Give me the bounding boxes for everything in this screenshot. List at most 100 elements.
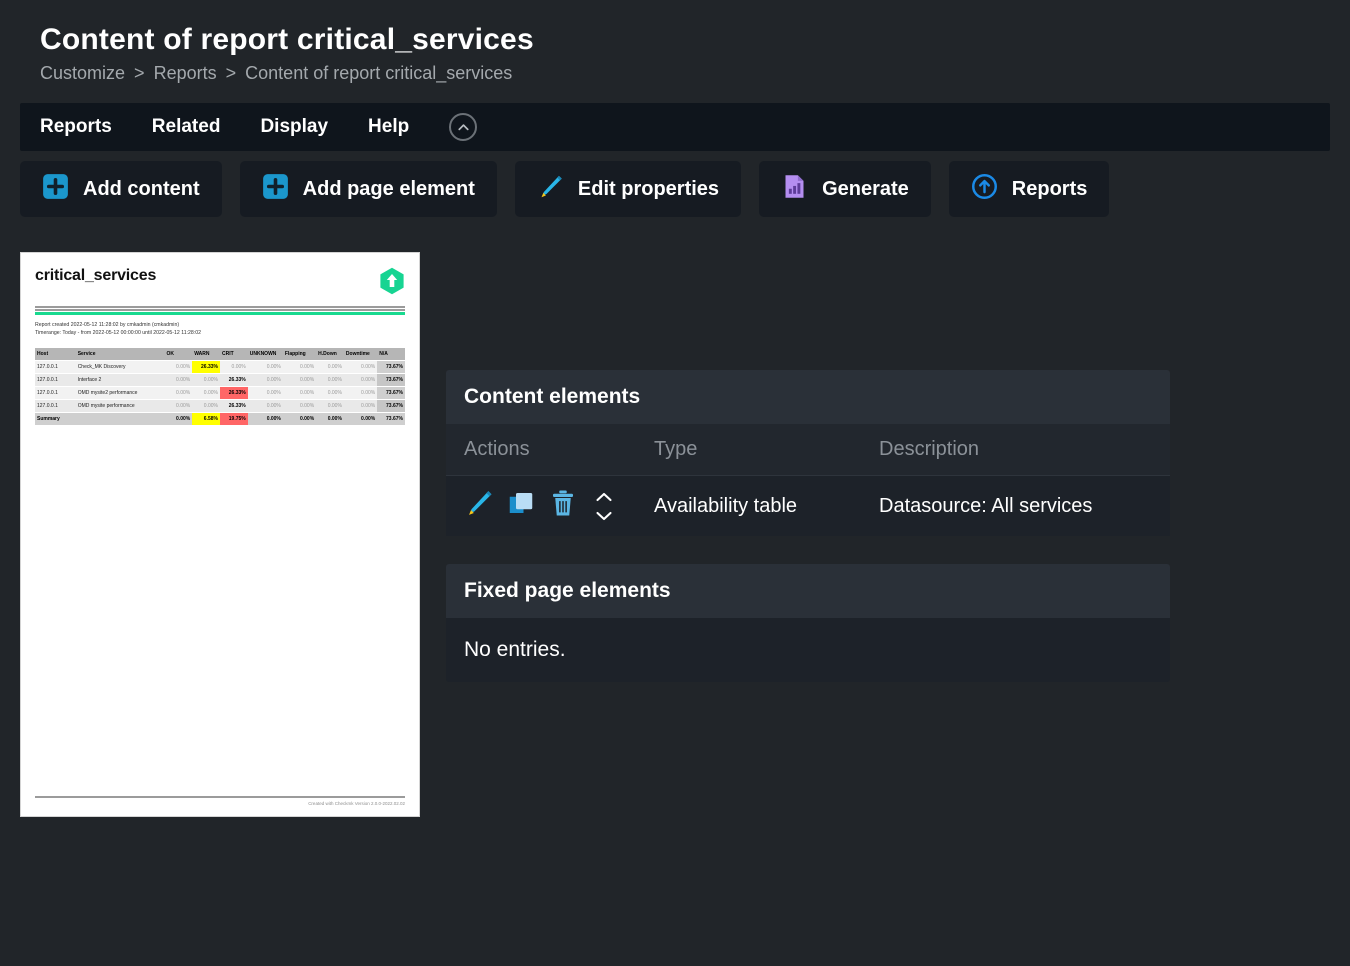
- row-description-cell[interactable]: Datasource: All services: [861, 476, 1170, 537]
- clone-icon[interactable]: [506, 488, 536, 524]
- move-up-down-icon[interactable]: [594, 491, 614, 522]
- report-preview[interactable]: critical_services Report created 2022-05…: [20, 252, 420, 817]
- row-actions-cell: [446, 476, 636, 537]
- cell-warn: 0.00%: [192, 373, 220, 386]
- col-ok: OK: [164, 348, 192, 361]
- menu-item-reports[interactable]: Reports: [40, 116, 112, 138]
- report-timerange-line: Timerange: Today - from 2022-05-12 00:00…: [35, 329, 405, 337]
- footer-divider: [35, 796, 405, 799]
- edit-pencil-icon[interactable]: [464, 488, 494, 524]
- cell-downtime: 0.00%: [344, 412, 377, 425]
- main-content: critical_services Report created 2022-05…: [0, 217, 1350, 817]
- breadcrumb-item-current: Content of report critical_services: [245, 63, 512, 83]
- add-page-element-label: Add page element: [303, 178, 475, 201]
- cell-ok: 0.00%: [164, 360, 192, 373]
- cell-hdown: 0.00%: [316, 412, 344, 425]
- cell-unknown: 0.00%: [248, 412, 283, 425]
- cell-host: 127.0.0.1: [35, 386, 76, 399]
- cell-flapping: 0.00%: [283, 412, 316, 425]
- content-elements-panel: Content elements Actions Type Descriptio…: [446, 370, 1170, 536]
- cell-crit: 0.00%: [220, 360, 248, 373]
- content-elements-header-row: Actions Type Description: [446, 424, 1170, 476]
- edit-properties-label: Edit properties: [578, 178, 719, 201]
- cell-downtime: 0.00%: [344, 360, 377, 373]
- reports-label: Reports: [1012, 178, 1088, 201]
- add-page-element-button[interactable]: Add page element: [240, 161, 497, 217]
- cell-crit: 26.33%: [220, 386, 248, 399]
- availability-table-header-row: Host Service OK WARN CRIT UNKNOWN Flappi…: [35, 348, 405, 361]
- cell-na: 73.67%: [377, 360, 405, 373]
- cell-hdown: 0.00%: [316, 386, 344, 399]
- content-elements-table: Actions Type Description: [446, 424, 1170, 536]
- menu-item-help[interactable]: Help: [368, 116, 409, 138]
- generate-button[interactable]: Generate: [759, 161, 931, 217]
- cell-crit: 19.75%: [220, 412, 248, 425]
- main-menu-bar: Reports Related Display Help: [20, 103, 1330, 151]
- delete-trash-icon[interactable]: [548, 488, 578, 524]
- fixed-page-elements-title: Fixed page elements: [446, 564, 1170, 618]
- cell-service: Check_MK Discovery: [76, 360, 165, 373]
- panels-column: Content elements Actions Type Descriptio…: [446, 252, 1170, 710]
- report-preview-footer: Created with Checkmk Version 2.0.0-2022.…: [35, 796, 405, 809]
- row-action-group: [464, 488, 618, 524]
- cell-service: OMD mysite performance: [76, 399, 165, 412]
- cell-unknown: 0.00%: [248, 399, 283, 412]
- report-created-line: Report created 2022-05-12 11:28:02 by cm…: [35, 321, 405, 329]
- cell-warn: 6.58%: [192, 412, 220, 425]
- cell-unknown: 0.00%: [248, 360, 283, 373]
- edit-properties-button[interactable]: Edit properties: [515, 161, 741, 217]
- report-preview-meta: Report created 2022-05-12 11:28:02 by cm…: [35, 321, 405, 337]
- cell-na: 73.67%: [377, 399, 405, 412]
- cell-flapping: 0.00%: [283, 399, 316, 412]
- page-header: Content of report critical_services Cust…: [0, 0, 1350, 95]
- cell-na: 73.67%: [377, 386, 405, 399]
- col-downtime: Downtime: [344, 348, 377, 361]
- cell-hdown: 0.00%: [316, 399, 344, 412]
- header-description: Description: [861, 424, 1170, 476]
- breadcrumb-item-reports[interactable]: Reports: [154, 63, 217, 83]
- pencil-icon: [537, 173, 564, 205]
- col-warn: WARN: [192, 348, 220, 361]
- menu-item-related[interactable]: Related: [152, 116, 221, 138]
- row-type-cell[interactable]: Availability table: [636, 476, 861, 537]
- checkmk-hexagon-arrow-icon: [379, 267, 405, 300]
- breadcrumb-item-customize[interactable]: Customize: [40, 63, 125, 83]
- cell-flapping: 0.00%: [283, 373, 316, 386]
- breadcrumb: Customize > Reports > Content of report …: [40, 62, 1350, 85]
- add-content-label: Add content: [83, 178, 200, 201]
- cell-unknown: 0.00%: [248, 373, 283, 386]
- add-content-button[interactable]: Add content: [20, 161, 222, 217]
- breadcrumb-separator: >: [130, 63, 149, 83]
- move-down-icon: [594, 509, 614, 522]
- table-row: 127.0.0.1 OMD mysite2 performance 0.00% …: [35, 386, 405, 399]
- cell-ok: 0.00%: [164, 412, 192, 425]
- availability-table: Host Service OK WARN CRIT UNKNOWN Flappi…: [35, 348, 405, 426]
- table-row: 127.0.0.1 OMD mysite performance 0.00% 0…: [35, 399, 405, 412]
- report-preview-divider: [35, 306, 405, 315]
- report-document-icon: [781, 173, 808, 205]
- cell-downtime: 0.00%: [344, 386, 377, 399]
- col-hdown: H.Down: [316, 348, 344, 361]
- cell-host: 127.0.0.1: [35, 360, 76, 373]
- cell-service: [76, 412, 165, 425]
- col-na: N/A: [377, 348, 405, 361]
- col-crit: CRIT: [220, 348, 248, 361]
- reports-button[interactable]: Reports: [949, 161, 1110, 217]
- report-preview-title: critical_services: [35, 267, 156, 285]
- arrow-up-circle-icon: [971, 173, 998, 205]
- cell-crit: 26.33%: [220, 399, 248, 412]
- header-type: Type: [636, 424, 861, 476]
- cell-service: Interface 2: [76, 373, 165, 386]
- move-up-icon: [594, 491, 614, 504]
- table-row-summary: Summary 0.00% 6.58% 19.75% 0.00% 0.00% 0…: [35, 412, 405, 425]
- fixed-page-elements-empty: No entries.: [446, 618, 1170, 682]
- action-toolbar: Add content Add page element Edit proper…: [20, 161, 1330, 217]
- menu-item-display[interactable]: Display: [260, 116, 328, 138]
- chevron-up-icon[interactable]: [449, 113, 477, 141]
- table-row: 127.0.0.1 Check_MK Discovery 0.00% 26.33…: [35, 360, 405, 373]
- breadcrumb-separator: >: [222, 63, 241, 83]
- page-title: Content of report critical_services: [40, 22, 1350, 58]
- cell-na: 73.67%: [377, 412, 405, 425]
- plus-square-icon: [262, 173, 289, 205]
- col-service: Service: [76, 348, 165, 361]
